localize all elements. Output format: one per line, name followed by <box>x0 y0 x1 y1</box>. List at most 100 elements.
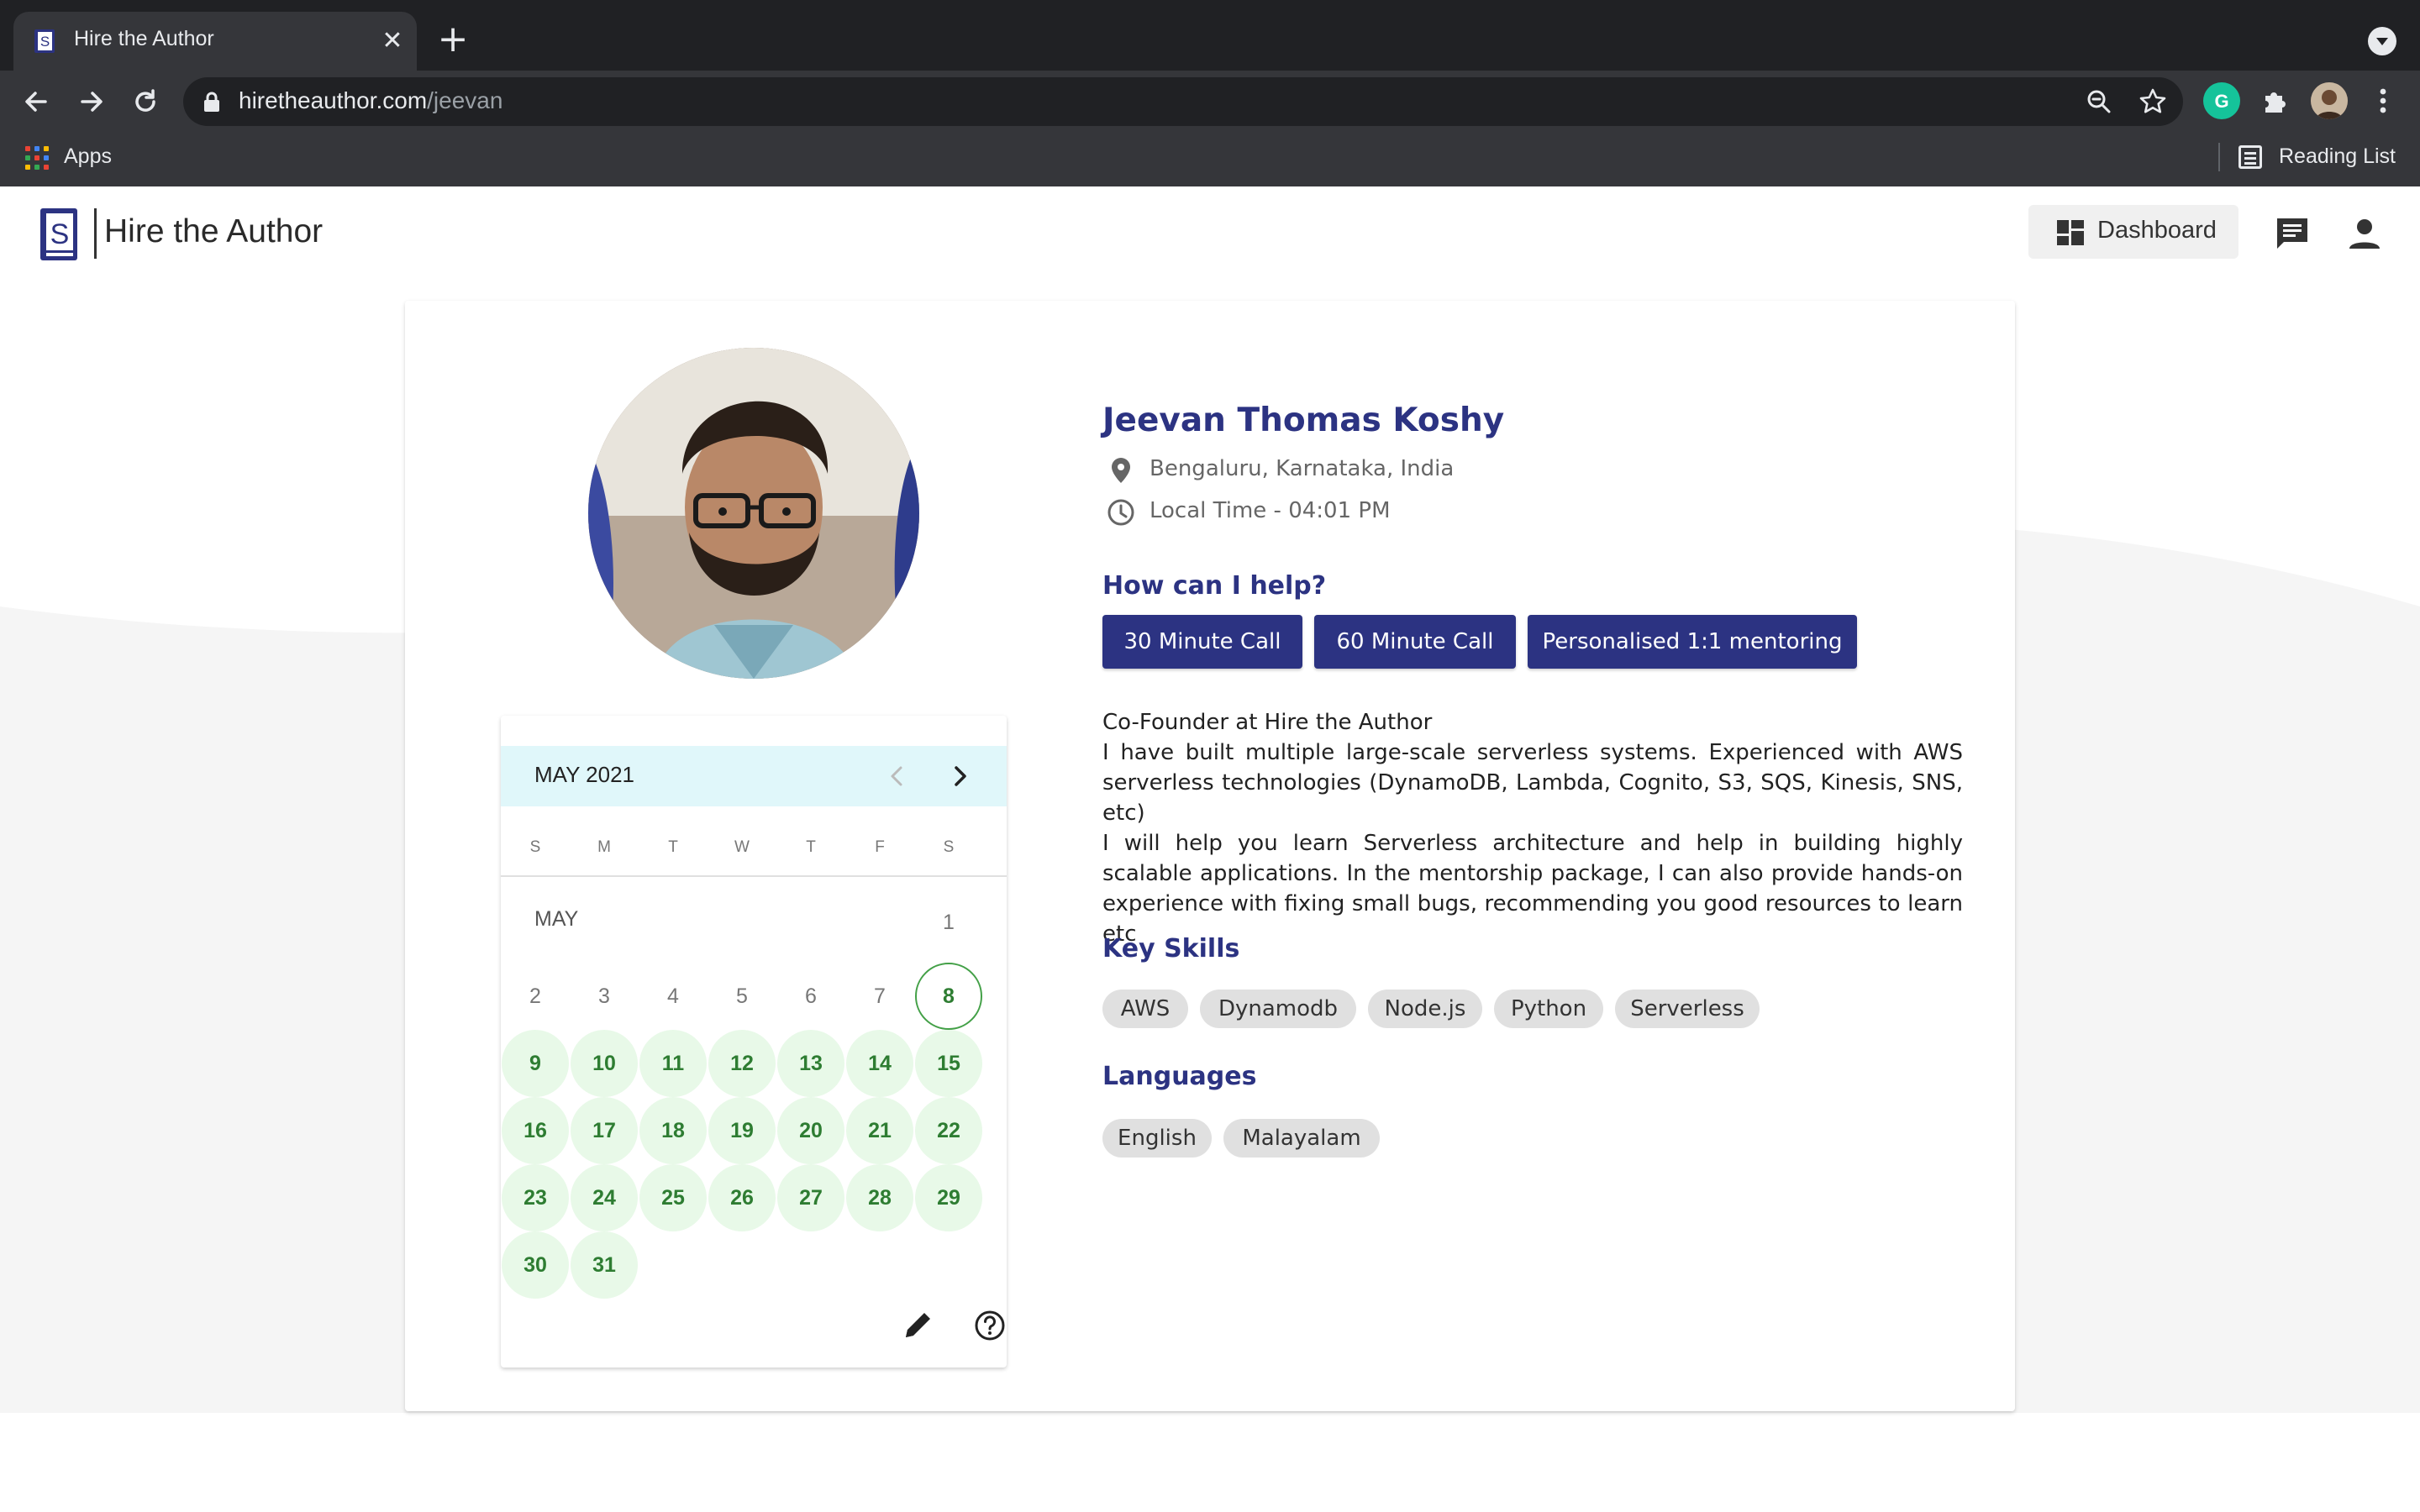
calendar-day[interactable]: 13 <box>777 1030 844 1097</box>
calendar-day: 1 <box>943 911 955 934</box>
calendar-day[interactable]: 30 <box>502 1231 569 1299</box>
calendar-day: 6 <box>805 984 817 1008</box>
calendar-header: MAY 2021 <box>501 746 1007 806</box>
calendar-day[interactable]: 21 <box>846 1097 913 1164</box>
calendar-day[interactable]: 23 <box>502 1164 569 1231</box>
calendar-day[interactable]: 25 <box>639 1164 707 1231</box>
address-bar[interactable]: hiretheauthor.com/jeevan <box>183 77 2183 126</box>
calendar-day[interactable]: 27 <box>777 1164 844 1231</box>
author-bio: Co-Founder at Hire the Author I have bui… <box>1102 707 1963 949</box>
skill-chip: Python <box>1494 990 1603 1028</box>
weekday-label: S <box>943 838 955 856</box>
chevron-left-icon[interactable] <box>879 758 916 795</box>
calendar-day[interactable]: 18 <box>639 1097 707 1164</box>
calendar-day[interactable]: 26 <box>708 1164 776 1231</box>
reading-list-button[interactable]: Reading List <box>2279 144 2396 169</box>
help-icon[interactable] <box>971 1307 1008 1344</box>
new-tab-icon[interactable]: + <box>432 20 474 62</box>
language-chip: Malayalam <box>1223 1119 1380 1158</box>
calendar-day[interactable]: 24 <box>571 1164 638 1231</box>
skill-chip: Serverless <box>1615 990 1760 1028</box>
local-time-text: Local Time - 04:01 PM <box>1150 498 1391 523</box>
skill-chip: Node.js <box>1368 990 1482 1028</box>
calendar-day[interactable]: 8 <box>915 963 982 1030</box>
calendar-month-title: MAY 2021 <box>534 762 635 787</box>
dashboard-button[interactable]: Dashboard <box>2028 205 2238 259</box>
service-60-minute-call-button[interactable]: 60 Minute Call <box>1314 615 1516 669</box>
service-mentoring-button[interactable]: Personalised 1:1 mentoring <box>1528 615 1857 669</box>
svg-text:S: S <box>50 218 70 250</box>
profile-card: MAY 2021 SMTWTFS MAY 1 2 3 4 5 6 7 8 9 10 11 12 13 14… <box>405 301 2015 1411</box>
author-name: Jeevan Thomas Koshy <box>1102 402 1505 439</box>
star-icon[interactable] <box>2138 87 2168 117</box>
calendar-day: 5 <box>736 984 748 1008</box>
calendar-day[interactable]: 10 <box>571 1030 638 1097</box>
calendar-day[interactable]: 31 <box>571 1231 638 1299</box>
weekday-label: S <box>529 838 541 856</box>
help-section-title: How can I help? <box>1102 571 1327 601</box>
clock-icon <box>1107 499 1134 526</box>
calendar-day[interactable]: 12 <box>708 1030 776 1097</box>
availability-calendar: MAY 2021 SMTWTFS MAY 1 2 3 4 5 6 7 8 9 10 11 12 13 14… <box>501 716 1007 1368</box>
reload-icon[interactable] <box>124 81 166 123</box>
profile-photo <box>588 348 919 679</box>
languages-section-title: Languages <box>1102 1062 1257 1091</box>
back-icon[interactable] <box>15 81 57 123</box>
brand-name[interactable]: Hire the Author <box>104 213 323 250</box>
apps-grid-icon[interactable] <box>25 146 49 170</box>
calendar-day[interactable]: 22 <box>915 1097 982 1164</box>
logo-divider <box>94 208 97 259</box>
pencil-icon[interactable] <box>899 1307 936 1344</box>
tab-strip: S Hire the Author ✕ + <box>0 0 2420 71</box>
weekday-label: T <box>668 838 678 856</box>
forward-icon[interactable] <box>71 81 113 123</box>
dashboard-icon <box>2057 220 2084 245</box>
profile-avatar[interactable] <box>2311 82 2348 119</box>
bio-line: I will help you learn Serverless archite… <box>1102 831 1963 947</box>
calendar-day[interactable]: 19 <box>708 1097 776 1164</box>
lock-icon[interactable] <box>202 91 222 113</box>
calendar-day[interactable]: 9 <box>502 1030 569 1097</box>
svg-text:S: S <box>40 34 50 50</box>
kebab-menu-icon[interactable] <box>2365 82 2402 119</box>
calendar-day[interactable]: 17 <box>571 1097 638 1164</box>
location-text: Bengaluru, Karnataka, India <box>1150 456 1455 481</box>
weekday-label: T <box>806 838 816 856</box>
chevron-right-icon[interactable] <box>941 758 978 795</box>
zoom-icon[interactable] <box>2084 87 2114 117</box>
grammarly-icon[interactable]: G <box>2203 82 2240 119</box>
svg-text:G: G <box>2214 91 2228 112</box>
calendar-day[interactable]: 16 <box>502 1097 569 1164</box>
favicon-icon: S <box>34 29 55 53</box>
calendar-day[interactable]: 14 <box>846 1030 913 1097</box>
bookmark-apps[interactable]: Apps <box>64 144 112 169</box>
weekday-label: M <box>597 838 611 856</box>
skill-chip: Dynamodb <box>1200 990 1356 1028</box>
dashboard-label: Dashboard <box>2097 217 2217 244</box>
service-30-minute-call-button[interactable]: 30 Minute Call <box>1102 615 1302 669</box>
calendar-day[interactable]: 15 <box>915 1030 982 1097</box>
tab-search-icon[interactable] <box>2368 27 2396 55</box>
browser-tab[interactable]: S Hire the Author ✕ <box>13 12 417 71</box>
calendar-day[interactable]: 29 <box>915 1164 982 1231</box>
web-page: S Hire the Author Dashboard MAY 2021 S M… <box>0 186 2420 1512</box>
skills-section-title: Key Skills <box>1102 934 1240 963</box>
calendar-day: 4 <box>667 984 679 1008</box>
calendar-day: 7 <box>874 984 886 1008</box>
reading-list-icon[interactable] <box>2238 145 2262 169</box>
bio-line: Co-Founder at Hire the Author <box>1102 710 1433 735</box>
calendar-day[interactable]: 11 <box>639 1030 707 1097</box>
brand-logo[interactable]: S <box>39 207 84 262</box>
calendar-day[interactable]: 28 <box>846 1164 913 1231</box>
extensions-icon[interactable] <box>2257 82 2294 119</box>
browser-chrome: S Hire the Author ✕ + hiretheauthor.com/… <box>0 0 2420 186</box>
weekday-label: F <box>875 838 885 856</box>
url-text[interactable]: hiretheauthor.com/jeevan <box>239 87 502 114</box>
calendar-day: 2 <box>529 984 541 1008</box>
account-icon[interactable] <box>2346 215 2383 252</box>
close-tab-icon[interactable]: ✕ <box>376 25 408 57</box>
tab-title: Hire the Author <box>74 27 214 50</box>
chat-icon[interactable] <box>2274 215 2311 252</box>
calendar-day[interactable]: 20 <box>777 1097 844 1164</box>
bio-line: I have built multiple large-scale server… <box>1102 740 1963 826</box>
